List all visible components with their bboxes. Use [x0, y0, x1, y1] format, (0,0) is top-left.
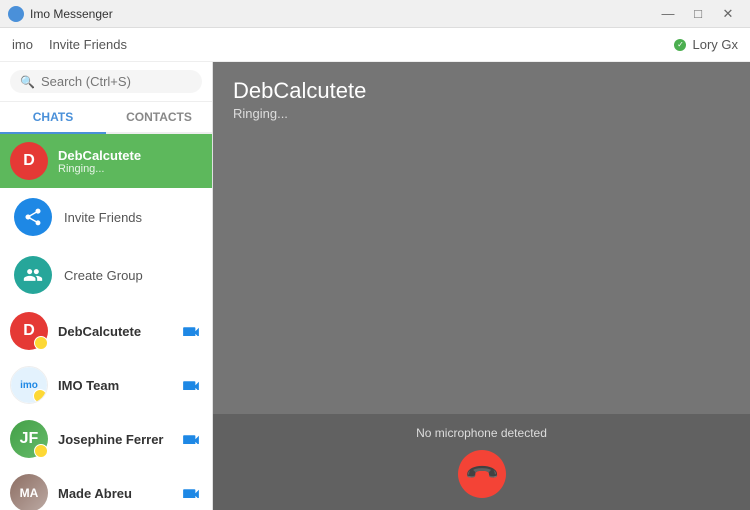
- tab-contacts[interactable]: CONTACTS: [106, 102, 212, 134]
- video-icon-josephine: [180, 430, 202, 449]
- tab-chats[interactable]: CHATS: [0, 102, 106, 134]
- video-icon-deb: [180, 322, 202, 341]
- app-title: Imo Messenger: [30, 7, 113, 21]
- end-call-button[interactable]: 📞: [458, 450, 506, 498]
- tabs: CHATS CONTACTS: [0, 102, 212, 134]
- chat-name-josephine: Josephine Ferrer: [58, 432, 170, 447]
- menu-items: imo Invite Friends: [12, 37, 127, 52]
- menu-item-imo[interactable]: imo: [12, 37, 33, 52]
- chat-name-made: Made Abreu: [58, 486, 170, 501]
- list-item-imo-team[interactable]: imo IMO Team: [0, 358, 212, 412]
- call-footer: No microphone detected 📞: [213, 414, 750, 510]
- search-input[interactable]: [41, 74, 192, 89]
- online-status-icon: [674, 39, 686, 51]
- list-item-josephine[interactable]: JF Josephine Ferrer: [0, 412, 212, 466]
- avatar-deb: D: [10, 312, 48, 350]
- avatar-made: MA: [10, 474, 48, 510]
- search-icon: 🔍: [20, 75, 35, 89]
- chat-info-josephine: Josephine Ferrer: [58, 432, 170, 447]
- avatar-josephine: JF: [10, 420, 48, 458]
- window-controls: — □ ✕: [654, 4, 742, 24]
- create-group-label: Create Group: [64, 268, 143, 283]
- search-input-wrap[interactable]: 🔍: [10, 70, 202, 93]
- chat-item-deb-active[interactable]: D DebCalcutete Ringing...: [0, 134, 212, 188]
- chat-name-imo-team: IMO Team: [58, 378, 170, 393]
- chat-info-imo-team: IMO Team: [58, 378, 170, 393]
- username: Lory Gx: [692, 37, 738, 52]
- left-panel: 🔍 CHATS CONTACTS D DebCalcutete Ringing.…: [0, 62, 213, 510]
- end-call-icon: 📞: [463, 455, 501, 493]
- badge-imo: [33, 389, 47, 403]
- mic-message: No microphone detected: [416, 426, 547, 440]
- invite-friends-label: Invite Friends: [64, 210, 142, 225]
- chat-info-made: Made Abreu: [58, 486, 170, 501]
- search-bar: 🔍: [0, 62, 212, 102]
- badge-deb: [34, 336, 48, 350]
- list-item-deb[interactable]: D DebCalcutete: [0, 304, 212, 358]
- list-item-made[interactable]: MA Made Abreu: [0, 466, 212, 510]
- call-panel: DebCalcutete Ringing... No microphone de…: [213, 62, 750, 510]
- call-body: [213, 129, 750, 414]
- chat-preview-deb-active: Ringing...: [58, 163, 202, 175]
- action-create-group[interactable]: Create Group: [0, 246, 212, 304]
- title-bar-left: Imo Messenger: [8, 6, 113, 22]
- user-info: Lory Gx: [674, 37, 738, 52]
- call-status: Ringing...: [233, 106, 730, 121]
- title-bar: Imo Messenger — □ ✕: [0, 0, 750, 28]
- main-layout: 🔍 CHATS CONTACTS D DebCalcutete Ringing.…: [0, 62, 750, 510]
- group-icon: [14, 256, 52, 294]
- close-button[interactable]: ✕: [714, 4, 742, 24]
- video-icon-made: [180, 484, 202, 503]
- chat-name-deb: DebCalcutete: [58, 324, 170, 339]
- action-invite-friends[interactable]: Invite Friends: [0, 188, 212, 246]
- chat-list: D DebCalcutete Ringing... Invite Friends: [0, 134, 212, 510]
- chat-name-deb-active: DebCalcutete: [58, 148, 202, 163]
- menu-item-invite-friends[interactable]: Invite Friends: [49, 37, 127, 52]
- chat-info-deb: DebCalcutete: [58, 324, 170, 339]
- share-icon: [14, 198, 52, 236]
- chat-info-deb-active: DebCalcutete Ringing...: [58, 148, 202, 175]
- call-header: DebCalcutete Ringing...: [213, 62, 750, 129]
- call-contact-name: DebCalcutete: [233, 78, 730, 104]
- avatar-imo-team: imo: [10, 366, 48, 404]
- menu-bar: imo Invite Friends Lory Gx: [0, 28, 750, 62]
- maximize-button[interactable]: □: [684, 4, 712, 24]
- video-icon-imo-team: [180, 376, 202, 395]
- avatar-deb-active: D: [10, 142, 48, 180]
- minimize-button[interactable]: —: [654, 4, 682, 24]
- app-icon: [8, 6, 24, 22]
- badge-josephine: [34, 444, 48, 458]
